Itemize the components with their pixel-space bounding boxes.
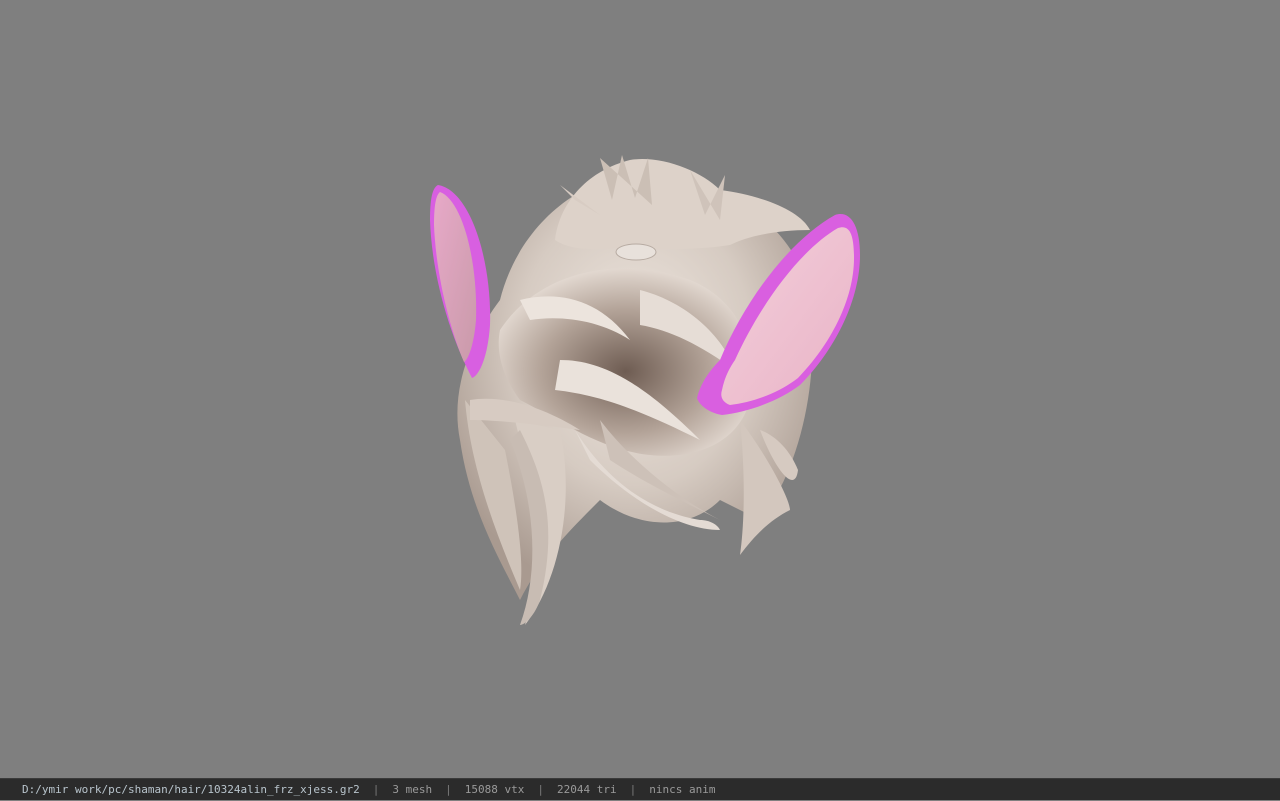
vertex-count-label: 15088 vtx (464, 782, 525, 796)
file-path-label: D:/ymir work/pc/shaman/hair/10324alin_fr… (22, 782, 360, 796)
triangle-count-label: 22044 tri (557, 782, 617, 796)
status-separator: | (372, 782, 380, 796)
status-separator: | (537, 782, 544, 796)
mesh-count-label: 3 mesh (392, 782, 433, 796)
status-separator: | (445, 782, 452, 796)
hair-model-render[interactable] (0, 0, 1280, 778)
ear-left (430, 185, 491, 378)
animation-status-label: nincs anim (649, 782, 716, 796)
3d-viewport[interactable] (0, 0, 1280, 778)
status-separator: | (629, 782, 637, 796)
status-bar: D:/ymir work/pc/shaman/hair/10324alin_fr… (0, 778, 1280, 800)
